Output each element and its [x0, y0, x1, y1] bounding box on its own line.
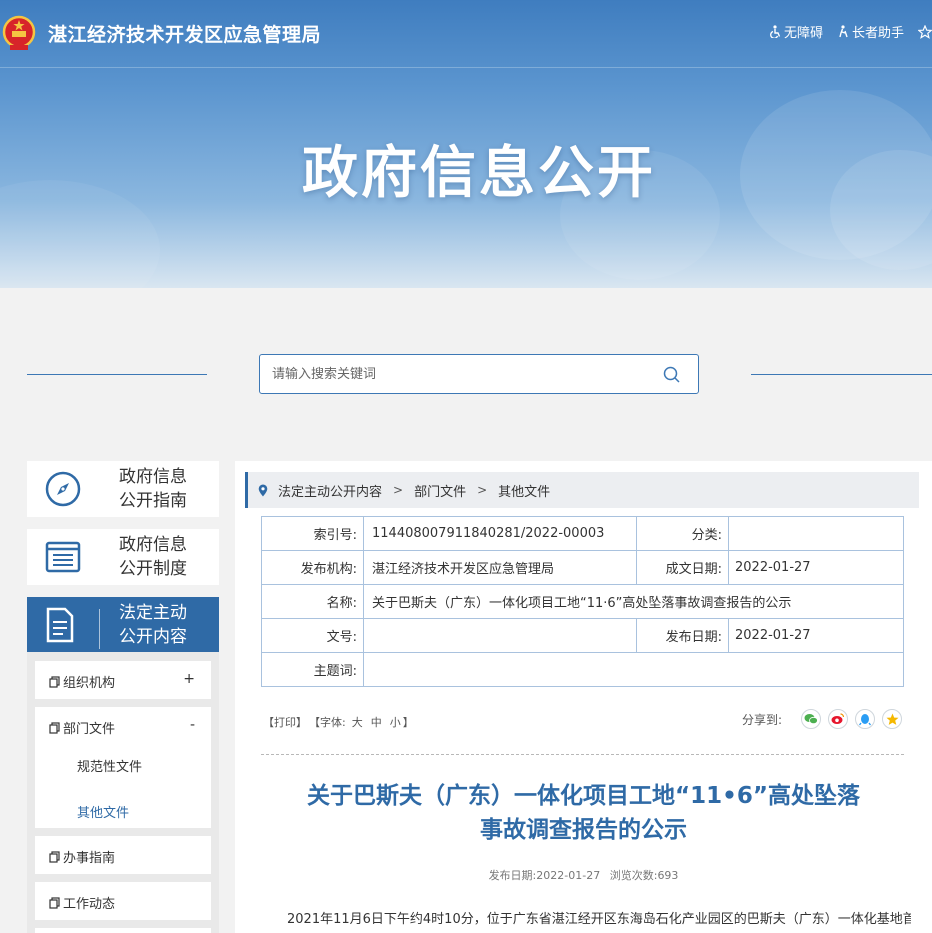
elderly-icon [839, 25, 848, 38]
category-label: 分类: [636, 516, 729, 551]
weibo-share-button[interactable] [828, 709, 848, 729]
font-size-prefix: 【字体: [309, 716, 346, 729]
sidebar-item-label: 组织机构 [63, 676, 116, 691]
publisher-value: 湛江经济技术开发区应急管理局 [363, 550, 637, 585]
sidebar-subitem-normative[interactable]: 规范性文件 [77, 756, 142, 775]
breadcrumb: 法定主动公开内容 > 部门文件 > 其他文件 [245, 472, 919, 508]
article-meta: 发布日期:2022-01-27 浏览次数:693 [235, 867, 932, 883]
copy-icon [49, 850, 60, 863]
font-size-suffix: 】 [402, 716, 414, 729]
publish-date-value: 2022-01-27 [728, 618, 904, 653]
collapse-icon[interactable]: - [190, 717, 195, 733]
search-input[interactable] [272, 364, 652, 384]
doc-name-value: 关于巴斯夫（广东）一体化项目工地“11·6”高处坠落事故调查报告的公示 [363, 584, 904, 619]
main-content: 法定主动公开内容 > 部门文件 > 其他文件 索引号: 114408007911… [235, 461, 932, 933]
chevron-right-icon: > [393, 483, 404, 497]
publisher-label: 发布机构: [261, 550, 364, 585]
sidebar-item-news[interactable]: 工作动态 [35, 882, 211, 920]
breadcrumb-item[interactable]: 法定主动公开内容 [278, 481, 382, 500]
dashed-divider [261, 754, 904, 755]
doc-name-label: 名称: [261, 584, 364, 619]
article-date-value: 2022-01-27 [536, 869, 601, 882]
print-button[interactable]: 【打印】 [263, 714, 307, 730]
font-medium-button[interactable]: 中 [371, 714, 382, 730]
location-pin-icon [258, 484, 268, 496]
sidebar-item-label: 部门文件 [63, 722, 116, 737]
copy-icon [49, 721, 60, 734]
search-divider-right [751, 374, 932, 375]
index-label: 索引号: [261, 516, 364, 551]
top-links: 无障碍 长者助手 [769, 22, 932, 41]
list-document-icon [45, 541, 81, 573]
breadcrumb-item[interactable]: 部门文件 [414, 481, 466, 500]
qq-icon [859, 713, 871, 725]
search-divider-left [27, 374, 207, 375]
article-tools: 【打印】 【字体: 大 中 小 】 [263, 714, 414, 730]
share-label: 分享到: [741, 712, 782, 727]
doc-number-label: 文号: [261, 618, 364, 653]
article-views-label: 浏览次数: [609, 869, 658, 882]
sidebar-card-label: 政府信息 公开指南 [119, 467, 187, 511]
site-title[interactable]: 湛江经济技术开发区应急管理局 [48, 20, 321, 47]
document-meta-table: 索引号: 114408007911840281/2022-00003 分类: 发… [261, 516, 904, 687]
created-date-value: 2022-01-27 [728, 550, 904, 585]
sidebar-item-guide[interactable]: 办事指南 [35, 836, 211, 874]
doc-number-value [363, 618, 637, 653]
sidebar-card-system[interactable]: 政府信息 公开制度 [27, 529, 219, 585]
search-box [259, 354, 699, 394]
article-title: 关于巴斯夫（广东）一体化项目工地“11•6”高处坠落 事故调查报告的公示 [307, 783, 860, 843]
sidebar-card-label: 法定主动 公开内容 [119, 602, 187, 647]
accessibility-link[interactable]: 无障碍 [769, 22, 823, 41]
created-date-label: 成文日期: [636, 550, 729, 585]
qzone-star-icon [886, 713, 898, 725]
copy-icon [49, 675, 60, 688]
sidebar-item-label: 工作动态 [63, 897, 116, 912]
copy-icon [49, 896, 60, 909]
elderly-helper-link[interactable]: 长者助手 [837, 22, 904, 41]
sidebar-card-guide[interactable]: 政府信息 公开指南 [27, 461, 219, 517]
compass-icon [45, 471, 81, 507]
font-large-button[interactable]: 大 [352, 714, 363, 730]
keyword-label: 主题词: [261, 652, 364, 687]
sidebar-card-label: 政府信息 公开制度 [119, 535, 187, 579]
top-bar: 湛江经济技术开发区应急管理局 无障碍 长者助手 [0, 0, 932, 68]
article-views-value: 693 [657, 869, 679, 882]
national-emblem-icon [2, 15, 36, 50]
accessibility-label: 无障碍 [783, 26, 823, 41]
sidebar-item-dept-files[interactable]: 部门文件 - 规范性文件 其他文件 [35, 707, 211, 828]
keyword-value [363, 652, 904, 687]
elderly-label: 长者助手 [851, 26, 904, 41]
share-bar: 分享到: [742, 709, 902, 729]
font-small-button[interactable]: 小 [390, 714, 401, 730]
expand-icon[interactable]: + [183, 671, 195, 687]
sidebar-subitem-other[interactable]: 其他文件 [77, 802, 129, 821]
publish-date-label: 发布日期: [636, 618, 729, 653]
wechat-icon [804, 714, 818, 725]
star-icon[interactable] [918, 24, 932, 39]
index-value: 114408007911840281/2022-00003 [363, 516, 637, 551]
search-icon[interactable] [663, 366, 680, 383]
sidebar-item-label: 办事指南 [63, 851, 116, 866]
header-banner: 湛江经济技术开发区应急管理局 无障碍 长者助手 政府信息公开 [0, 0, 932, 288]
wechat-share-button[interactable] [801, 709, 821, 729]
weibo-icon [831, 713, 845, 724]
breadcrumb-item[interactable]: 其他文件 [498, 481, 550, 500]
article-body: 2021年11月6日下午约4时10分，位于广东省湛江经开区东海岛石化产业园区的巴… [287, 912, 911, 927]
sidebar-item-more[interactable] [35, 928, 211, 933]
qzone-share-button[interactable] [882, 709, 902, 729]
card-divider [99, 609, 100, 649]
document-icon [46, 607, 74, 642]
accessibility-icon [770, 25, 781, 38]
article-date-label: 发布日期: [488, 869, 537, 882]
banner-title: 政府信息公开 [302, 141, 656, 206]
category-value [728, 516, 904, 551]
sidebar-card-statutory[interactable]: 法定主动 公开内容 [27, 597, 219, 652]
qq-share-button[interactable] [855, 709, 875, 729]
chevron-right-icon: > [477, 483, 488, 497]
sidebar-item-org[interactable]: 组织机构 + [35, 661, 211, 699]
